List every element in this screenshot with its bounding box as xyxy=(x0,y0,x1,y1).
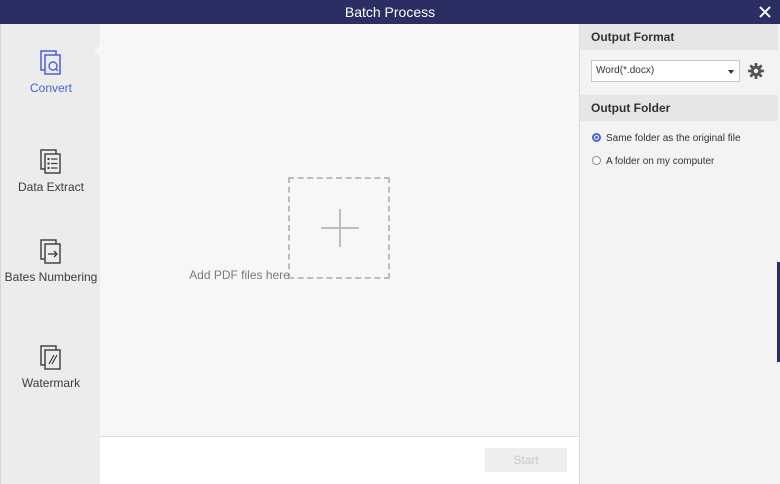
title-bar: Batch Process xyxy=(0,0,780,24)
gear-icon[interactable] xyxy=(747,62,765,80)
window-title: Batch Process xyxy=(344,4,436,20)
sidebar-item-watermark[interactable]: Watermark xyxy=(1,344,101,391)
sidebar-item-bates-numbering[interactable]: Bates Numbering xyxy=(1,238,101,285)
sidebar-item-label: Bates Numbering xyxy=(4,270,98,284)
settings-panel: Output Format Word(*.docx) Output Folder… xyxy=(580,24,780,484)
chevron-down-icon xyxy=(728,70,734,74)
radio-checked[interactable] xyxy=(592,132,601,142)
output-format-heading: Output Format xyxy=(580,24,778,50)
radio-label: Same folder as the original file xyxy=(606,133,741,144)
start-button[interactable]: Start xyxy=(485,448,567,472)
same-folder-option[interactable]: Same folder as the original file xyxy=(592,132,741,146)
bates-numbering-icon xyxy=(40,239,61,264)
sidebar-item-label: Data Extract xyxy=(17,180,85,194)
add-files-dropzone[interactable] xyxy=(288,177,390,279)
output-format-value: Word(*.docx) xyxy=(596,65,655,76)
sidebar-item-label: Watermark xyxy=(21,376,81,390)
file-drop-area[interactable] xyxy=(100,24,579,436)
radio-label: A folder on my computer xyxy=(606,156,715,167)
watermark-icon xyxy=(40,345,61,370)
footer: Start xyxy=(100,436,579,484)
output-format-select[interactable]: Word(*.docx) xyxy=(591,60,740,82)
data-extract-icon xyxy=(40,149,61,174)
sidebar-item-label: Convert xyxy=(29,81,73,95)
radio-unchecked[interactable] xyxy=(592,155,601,165)
close-icon[interactable] xyxy=(756,3,774,21)
custom-folder-option[interactable]: A folder on my computer xyxy=(592,155,714,169)
sidebar-item-data-extract[interactable]: Data Extract xyxy=(1,148,101,195)
sidebar-item-convert[interactable]: Convert xyxy=(1,49,101,96)
convert-icon xyxy=(40,50,61,75)
drop-label: Add PDF files here xyxy=(189,268,290,282)
output-folder-heading: Output Folder xyxy=(580,95,778,121)
sidebar: Convert Data Extract Bates Numbering Wat… xyxy=(0,24,100,484)
